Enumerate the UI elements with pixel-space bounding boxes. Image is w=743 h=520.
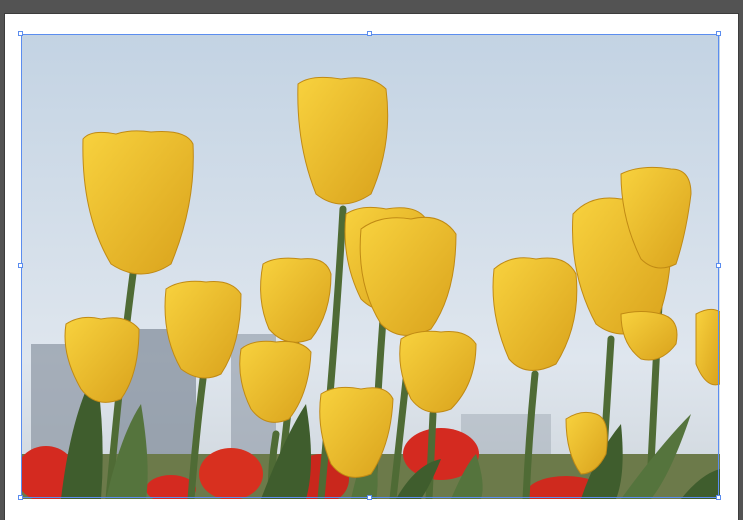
handle-bottom-center[interactable] bbox=[367, 495, 372, 500]
handle-middle-left[interactable] bbox=[18, 263, 23, 268]
placed-image[interactable] bbox=[21, 34, 720, 499]
tulip-photo bbox=[21, 34, 720, 499]
handle-top-left[interactable] bbox=[18, 31, 23, 36]
handle-top-center[interactable] bbox=[367, 31, 372, 36]
handle-bottom-left[interactable] bbox=[18, 495, 23, 500]
handle-bottom-right[interactable] bbox=[716, 495, 721, 500]
handle-middle-right[interactable] bbox=[716, 263, 721, 268]
handle-top-right[interactable] bbox=[716, 31, 721, 36]
